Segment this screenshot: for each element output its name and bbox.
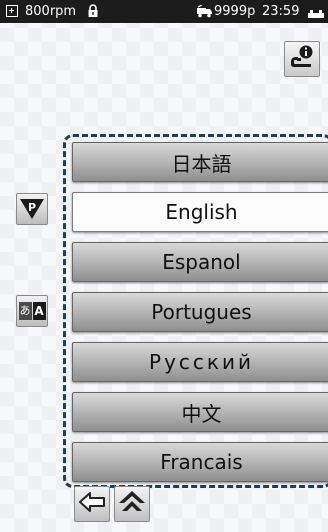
plus-square-icon [6, 5, 18, 17]
language-button-portuguese[interactable]: Portugues [72, 292, 328, 332]
p-icon: P [20, 199, 44, 219]
home-icon [118, 489, 146, 519]
info-icon [288, 43, 316, 75]
language-button-english[interactable]: English [72, 192, 328, 232]
battery-icon [308, 7, 324, 18]
language-button-japanese[interactable]: 日本語 [72, 142, 328, 182]
clock: 23:59 [262, 4, 300, 19]
info-settings-button[interactable] [284, 41, 320, 77]
rpm-readout: 800rpm [25, 4, 77, 19]
vehicle-icon [196, 4, 213, 22]
back-arrow-icon [78, 491, 106, 517]
p-button[interactable]: P [16, 193, 48, 225]
language-button-french[interactable]: Francais [72, 442, 328, 482]
p-icon-label: P [28, 201, 36, 214]
back-button[interactable] [74, 486, 110, 522]
language-button-spanish[interactable]: Espanol [72, 242, 328, 282]
language-button-chinese[interactable]: 中文 [72, 392, 328, 432]
count-readout: 9999p [214, 4, 256, 19]
language-list: 日本語 English Espanol Portugues Русский 中文… [72, 142, 328, 492]
input-conversion-button[interactable]: あ A [16, 295, 48, 327]
status-bar: 800rpm 9999p 23:59 [0, 0, 328, 23]
kana-glyph: あ [18, 302, 32, 320]
kana-alpha-icon: あ A [18, 302, 46, 320]
lock-icon [87, 4, 99, 22]
language-button-russian[interactable]: Русский [72, 342, 328, 382]
alpha-glyph: A [32, 302, 46, 320]
home-button[interactable] [114, 486, 150, 522]
